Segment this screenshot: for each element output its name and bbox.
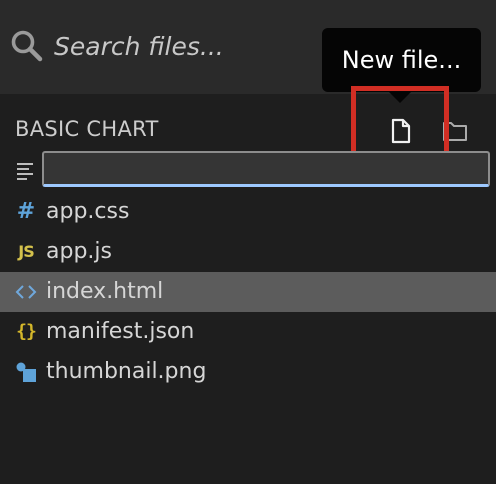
file-item-app-css[interactable]: # app.css bbox=[0, 192, 496, 232]
new-file-button[interactable] bbox=[386, 116, 416, 146]
json-icon: {} bbox=[16, 321, 37, 342]
file-item-app-js[interactable]: JS app.js bbox=[0, 232, 496, 272]
new-folder-icon bbox=[440, 122, 470, 148]
file-name: thumbnail.png bbox=[46, 359, 207, 384]
file-item-index-html[interactable]: index.html bbox=[0, 272, 496, 312]
file-item-thumbnail-png[interactable]: thumbnail.png bbox=[0, 352, 496, 392]
new-folder-button[interactable] bbox=[440, 118, 470, 144]
search-icon bbox=[10, 29, 44, 63]
file-name: index.html bbox=[46, 279, 164, 304]
file-name: app.js bbox=[46, 239, 112, 264]
explorer-section-title: BASIC CHART bbox=[15, 117, 159, 141]
file-name: manifest.json bbox=[46, 319, 195, 344]
js-icon: JS bbox=[18, 242, 34, 261]
image-icon bbox=[15, 361, 37, 383]
new-file-tooltip: New file... bbox=[322, 28, 481, 92]
new-file-name-input[interactable] bbox=[42, 151, 490, 187]
tooltip-arrow bbox=[389, 92, 411, 103]
file-item-manifest-json[interactable]: {} manifest.json bbox=[0, 312, 496, 352]
blank-file-icon bbox=[15, 160, 37, 182]
css-icon: # bbox=[16, 199, 36, 224]
new-file-icon bbox=[386, 116, 416, 146]
file-name: app.css bbox=[46, 199, 130, 224]
html-icon bbox=[15, 281, 37, 303]
search-input[interactable] bbox=[54, 22, 314, 70]
file-list: # app.css JS app.js index.html {} manife… bbox=[0, 192, 496, 392]
